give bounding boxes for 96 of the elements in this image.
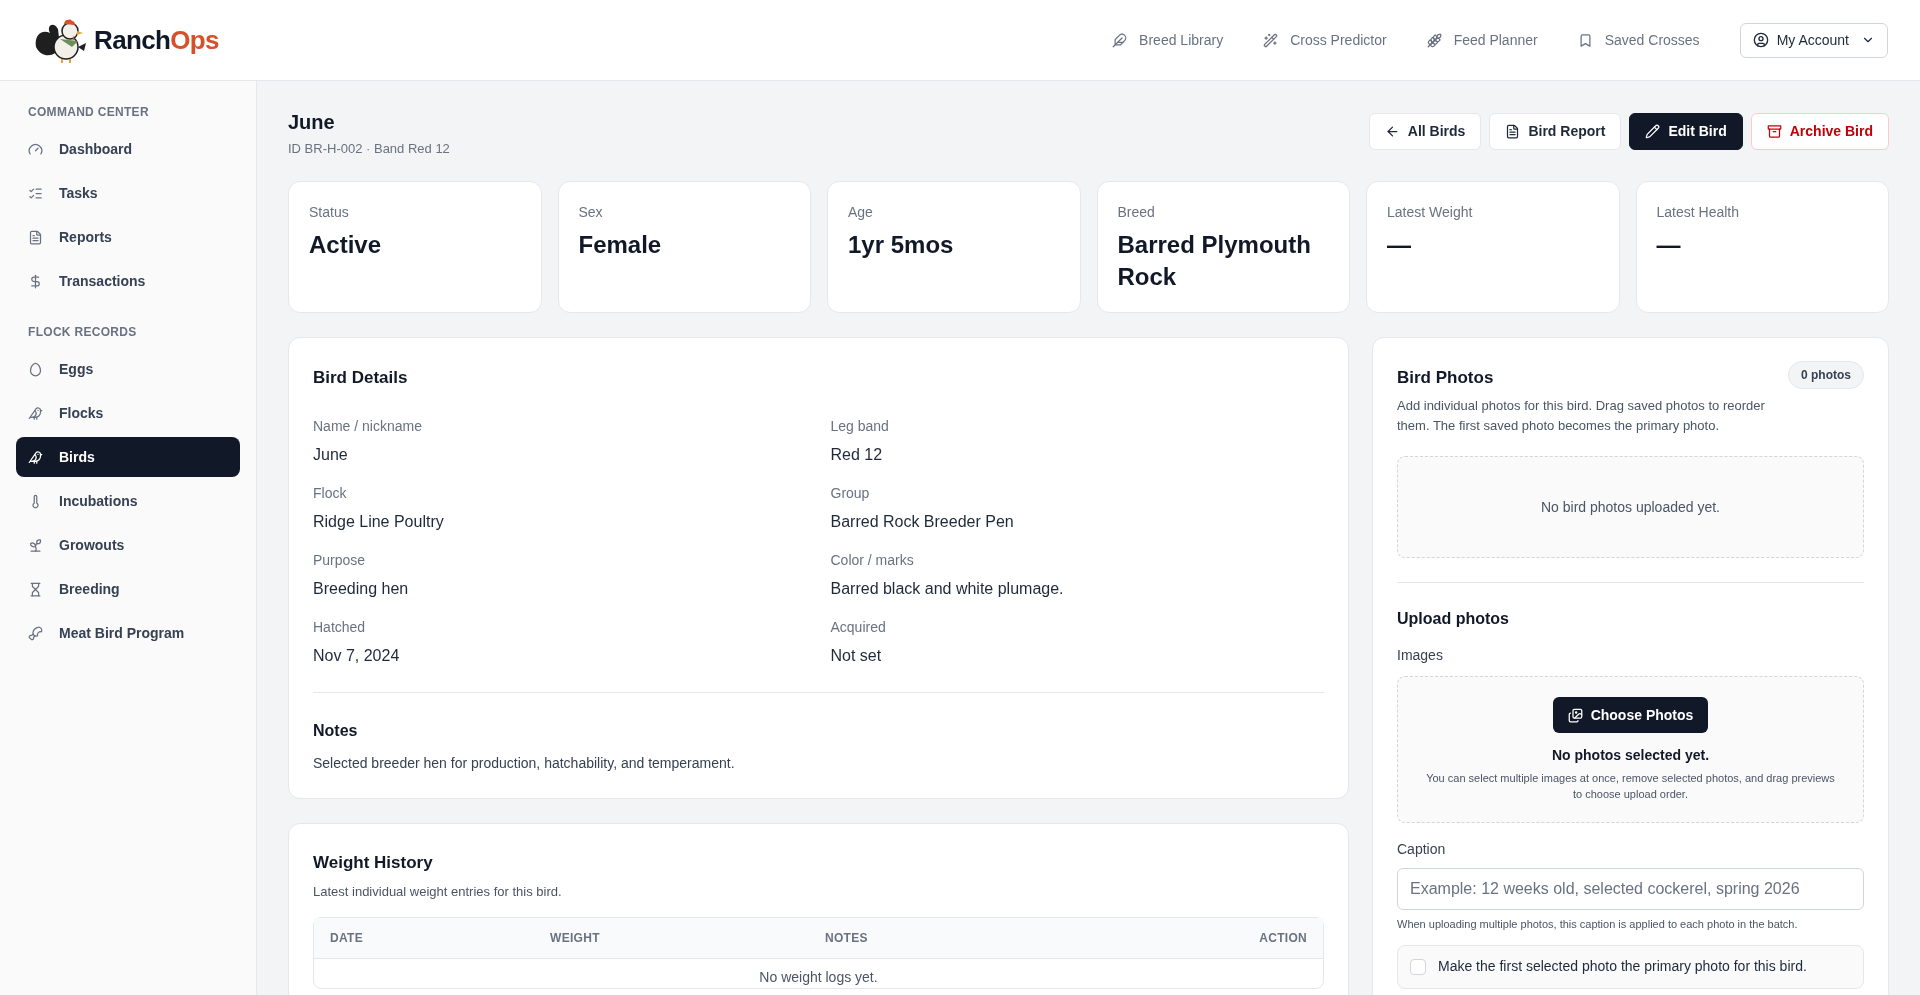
stat-label: Sex bbox=[578, 202, 604, 222]
feather-icon bbox=[1112, 32, 1128, 48]
egg-icon bbox=[28, 361, 43, 377]
stat-label: Status bbox=[309, 202, 350, 222]
action-button[interactable]: All Birds bbox=[1368, 113, 1482, 150]
nav-link[interactable]: Cross Predictor bbox=[1263, 29, 1387, 51]
field-label: Leg band bbox=[830, 417, 890, 436]
stat-value: — bbox=[1387, 229, 1412, 260]
gauge-icon bbox=[28, 141, 43, 157]
section-title: Upload photos bbox=[1397, 609, 1510, 629]
checkbox[interactable] bbox=[1410, 958, 1426, 975]
stat-value: Active bbox=[309, 229, 383, 260]
field-label: Images bbox=[1397, 646, 1444, 665]
field-label: Group bbox=[830, 484, 871, 503]
dollar-icon bbox=[28, 273, 43, 289]
sidebar-item[interactable]: Incubations bbox=[16, 481, 240, 521]
checklist-icon bbox=[28, 185, 43, 201]
action-button[interactable]: Archive Bird bbox=[1750, 113, 1889, 150]
selection-hint: You can select multiple images at once, remove selected photos, and drag previews to choose upload order. bbox=[1425, 771, 1836, 802]
sidebar-item[interactable]: Flocks bbox=[16, 393, 240, 433]
action-button[interactable]: Bird Report bbox=[1489, 113, 1622, 150]
choose-photos-button[interactable]: Choose Photos bbox=[1552, 697, 1709, 733]
caption-help: When uploading multiple photos, this caption is applied to each photo in the batch. bbox=[1397, 917, 1799, 932]
field-label: Purpose bbox=[313, 551, 367, 570]
sidebar-item[interactable]: Reports bbox=[16, 217, 240, 257]
nav-link[interactable]: Feed Planner bbox=[1426, 29, 1538, 51]
caption-field[interactable]: Example: 12 weeks old, selected cockerel, spring 2026 bbox=[1397, 868, 1864, 910]
sidebar-item[interactable]: Birds bbox=[16, 437, 240, 477]
brand-name[interactable]: RanchOps bbox=[94, 20, 219, 60]
card-title: Bird Photos bbox=[1397, 366, 1494, 389]
upload-dropzone[interactable]: Choose Photos No photos selected yet. You can select multiple images at once, remove selected photos, and drag previews to choose upload order. bbox=[1397, 676, 1864, 823]
sidebar-item[interactable]: Tasks bbox=[16, 173, 240, 213]
card-subtitle: Latest individual weight entries for this bird. bbox=[313, 882, 563, 901]
hourglass-icon bbox=[28, 581, 43, 597]
stat-value: Barred Plymouth Rock bbox=[1117, 229, 1312, 292]
page-title: June bbox=[288, 110, 336, 135]
user-icon bbox=[1752, 32, 1769, 48]
stat-value: — bbox=[1656, 229, 1682, 260]
column-header: NOTES bbox=[825, 930, 869, 947]
stat-value: Female bbox=[578, 229, 663, 260]
sidebar-item[interactable]: Dashboard bbox=[16, 129, 240, 169]
field-label: Acquired bbox=[830, 618, 887, 637]
sidebar-item[interactable]: Breeding bbox=[16, 569, 240, 609]
pencil-icon bbox=[1645, 124, 1661, 139]
sidebar-item[interactable]: Eggs bbox=[16, 349, 240, 389]
field-value: Not set bbox=[830, 646, 883, 666]
notes-text: Selected breeder hen for production, hatchability, and temperament. bbox=[313, 754, 736, 773]
column-header: DATE bbox=[330, 930, 364, 947]
field-value: Breeding hen bbox=[313, 579, 410, 599]
card-title: Weight History bbox=[313, 852, 434, 874]
sidebar-item[interactable]: Growouts bbox=[16, 525, 240, 565]
magic-wand-icon bbox=[1263, 32, 1279, 48]
account-menu-button[interactable]: My Account bbox=[1739, 22, 1888, 58]
wheat-icon bbox=[1426, 32, 1442, 48]
document-icon bbox=[28, 229, 43, 245]
card-title: Bird Details bbox=[313, 366, 409, 389]
checkbox-label: Make the first selected photo the primary photo for this bird. bbox=[1438, 957, 1807, 976]
field-value: Red 12 bbox=[830, 445, 884, 465]
selection-status: No photos selected yet. bbox=[1551, 746, 1710, 765]
field-label: Flock bbox=[313, 484, 348, 503]
archive-icon bbox=[1766, 124, 1782, 139]
page-subtitle: ID BR-H-002 · Band Red 12 bbox=[288, 140, 450, 158]
card-description: Add individual photos for this bird. Drag saved photos to reorder them. The first saved photo becomes the primary photo. bbox=[1397, 397, 1766, 435]
field-value: Nov 7, 2024 bbox=[313, 646, 401, 666]
field-label: Name / nickname bbox=[313, 417, 423, 436]
nav-link[interactable]: Breed Library bbox=[1112, 29, 1224, 51]
column-header: WEIGHT bbox=[550, 930, 601, 947]
nav-link[interactable]: Saved Crosses bbox=[1577, 29, 1700, 51]
drumstick-icon bbox=[28, 625, 43, 641]
images-icon bbox=[1567, 707, 1583, 723]
section-heading: COMMAND CENTER bbox=[27, 104, 150, 121]
section-heading: FLOCK RECORDS bbox=[27, 324, 138, 341]
field-value: Barred Rock Breeder Pen bbox=[830, 512, 1015, 532]
field-value: Barred black and white plumage. bbox=[830, 579, 1065, 599]
notes-title: Notes bbox=[313, 721, 359, 741]
empty-message: No weight logs yet. bbox=[759, 968, 878, 987]
field-value: June bbox=[313, 445, 349, 465]
stat-value: 1yr 5mos bbox=[848, 229, 955, 260]
photo-count: 0 photos bbox=[1788, 360, 1864, 389]
stat-label: Breed bbox=[1117, 202, 1156, 222]
sprout-icon bbox=[28, 537, 43, 553]
action-button[interactable]: Edit Bird bbox=[1629, 113, 1743, 150]
empty-message: No bird photos uploaded yet. bbox=[1541, 497, 1720, 517]
document-icon bbox=[1505, 124, 1521, 139]
stat-label: Latest Weight bbox=[1387, 202, 1474, 222]
field-label: Caption bbox=[1397, 840, 1447, 859]
sidebar-item[interactable]: Meat Bird Program bbox=[16, 613, 240, 653]
field-value: Ridge Line Poultry bbox=[313, 512, 445, 532]
field-label: Color / marks bbox=[830, 551, 915, 570]
field-label: Hatched bbox=[313, 618, 367, 637]
sidebar-item[interactable]: Transactions bbox=[16, 261, 240, 301]
bird-icon bbox=[28, 449, 43, 465]
column-header: ACTION bbox=[1258, 930, 1307, 947]
stat-label: Latest Health bbox=[1656, 202, 1740, 222]
bookmark-icon bbox=[1577, 32, 1593, 48]
stat-label: Age bbox=[848, 202, 874, 222]
